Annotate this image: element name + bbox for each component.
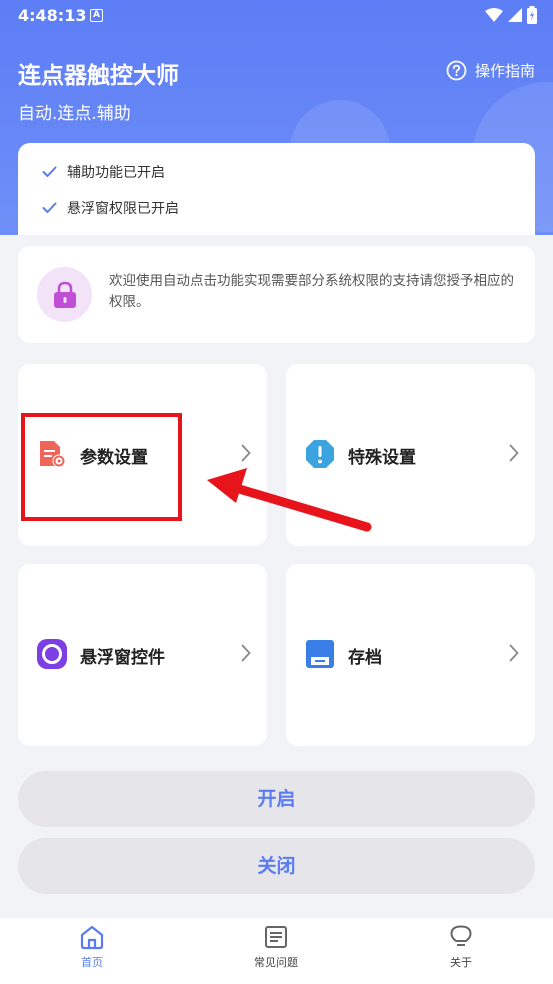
help-icon — [446, 60, 467, 81]
lock-badge — [37, 267, 92, 322]
signal-icon — [508, 8, 522, 22]
check-icon — [42, 166, 57, 177]
tile-label: 存档 — [348, 648, 382, 668]
tile-float-control[interactable]: 悬浮窗控件 — [18, 564, 267, 746]
floating-ring-icon — [37, 639, 67, 669]
start-button[interactable]: 开启 — [18, 771, 535, 827]
lightbulb-icon — [450, 925, 472, 946]
permission-item-accessibility: 辅助功能已开启 — [42, 162, 165, 182]
nav-label: 关于 — [450, 956, 472, 969]
wifi-icon — [485, 8, 503, 22]
guide-button[interactable]: 操作指南 — [446, 60, 535, 81]
save-archive-icon — [306, 640, 334, 668]
warning-octagon-icon — [306, 440, 334, 468]
tile-special-settings[interactable]: 特殊设置 — [286, 364, 535, 546]
notification-a-icon: A — [90, 9, 103, 22]
chevron-right-icon — [241, 444, 251, 462]
nav-label: 首页 — [81, 956, 103, 969]
status-bar: 4:48:13 A — [0, 0, 553, 32]
nav-item-about[interactable]: 关于 — [401, 918, 521, 984]
welcome-text: 欢迎使用自动点击功能实现需要部分系统权限的支持请您授予相应的权限。 — [109, 273, 514, 310]
tile-label: 悬浮窗控件 — [80, 648, 165, 668]
app-subtitle: 自动.连点.辅助 — [18, 104, 131, 124]
battery-icon — [527, 6, 537, 24]
welcome-card: 欢迎使用自动点击功能实现需要部分系统权限的支持请您授予相应的权限。 — [18, 246, 535, 343]
close-button[interactable]: 关闭 — [18, 838, 535, 894]
check-icon — [42, 202, 57, 213]
permission-item-overlay: 悬浮窗权限已开启 — [42, 198, 179, 218]
permission-item-label: 悬浮窗权限已开启 — [67, 201, 179, 217]
permission-item-label: 辅助功能已开启 — [67, 165, 165, 181]
status-icons — [485, 6, 537, 24]
guide-label: 操作指南 — [474, 62, 535, 80]
app-title: 连点器触控大师 — [18, 63, 179, 89]
annotation-highlight-box — [21, 413, 182, 521]
bottom-navigation: 首页 常见问题 关于 — [0, 918, 553, 984]
document-icon — [265, 926, 287, 948]
tile-label: 特殊设置 — [348, 448, 416, 468]
status-time: 4:48:13 — [18, 6, 87, 25]
nav-label: 常见问题 — [254, 956, 298, 969]
nav-item-home[interactable]: 首页 — [32, 918, 152, 984]
lock-icon — [53, 281, 76, 308]
chevron-right-icon — [509, 644, 519, 662]
home-icon — [80, 925, 104, 950]
chevron-right-icon — [509, 444, 519, 462]
permission-status-card: 辅助功能已开启 悬浮窗权限已开启 — [18, 143, 535, 235]
nav-item-faq[interactable]: 常见问题 — [216, 918, 336, 984]
chevron-right-icon — [241, 644, 251, 662]
tile-archive[interactable]: 存档 — [286, 564, 535, 746]
